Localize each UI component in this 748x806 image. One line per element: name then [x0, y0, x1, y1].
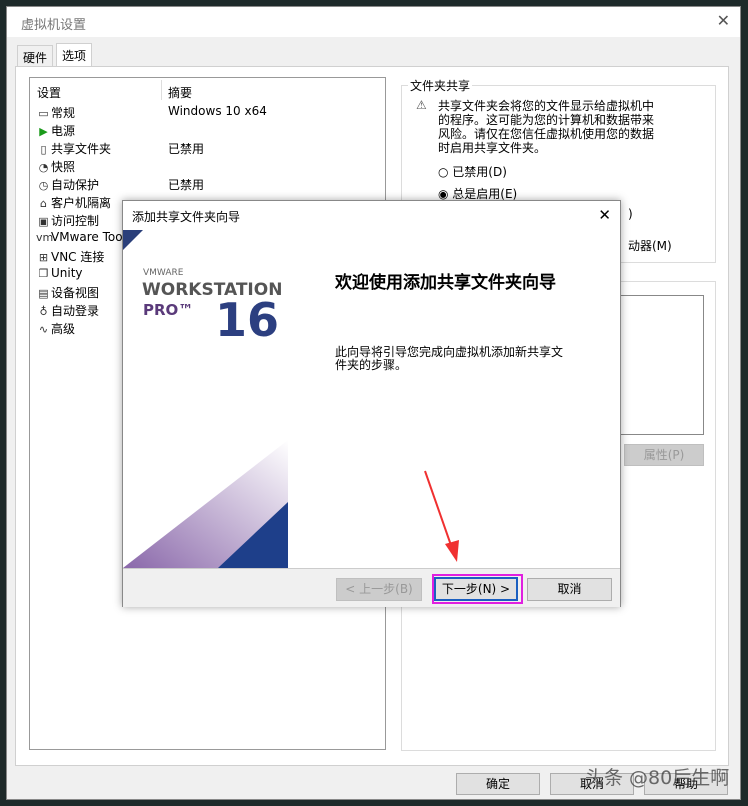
watermark: 头条 @80后生啊 — [585, 767, 730, 789]
item-label: 客户机隔离 — [51, 196, 112, 210]
clock-icon: ◷ — [38, 179, 49, 192]
ok-button[interactable]: 确定 — [456, 773, 540, 795]
group-title: 文件夹共享 — [408, 77, 473, 94]
warning-line: 共享文件夹会将您的文件显示给虚拟机中 — [438, 99, 655, 113]
play-icon: ▶ — [39, 125, 48, 138]
back-button[interactable]: < 上一步(B) — [336, 578, 422, 601]
warning-line: 的程序。这可能为您的计算机和数据带来 — [438, 113, 655, 127]
close-icon[interactable]: ✕ — [717, 11, 730, 30]
unity-icon: ❐ — [38, 267, 49, 280]
autologin-icon: ♁ — [39, 305, 48, 318]
item-label: 设备视图 — [51, 286, 100, 300]
item-summary: 已禁用 — [168, 178, 205, 192]
header-settings: 设置 — [37, 86, 62, 100]
red-arrow — [424, 470, 459, 562]
list-item[interactable]: ◔ 快照 — [36, 158, 376, 176]
tab-hardware[interactable]: 硬件 — [17, 45, 54, 66]
hidden-option-text: ) — [628, 207, 633, 221]
title-bar: 虚拟机设置 ✕ — [7, 7, 740, 37]
wizard-title: 添加共享文件夹向导 — [132, 210, 241, 224]
logo-edition: PRO™ — [143, 301, 194, 319]
item-label: 自动保护 — [51, 178, 100, 192]
item-summary: Windows 10 x64 — [168, 104, 267, 118]
logo-brand: VMWARE — [143, 268, 184, 278]
radio-disabled[interactable]: ○ 已禁用(D) — [438, 163, 507, 180]
tab-options[interactable]: 选项 — [56, 43, 93, 67]
close-icon[interactable]: ✕ — [598, 206, 611, 224]
item-label: VMware Too — [51, 230, 123, 244]
properties-button[interactable]: 属性(P) — [624, 444, 704, 466]
list-item[interactable]: ▯ 共享文件夹 已禁用 — [36, 140, 376, 158]
monitor-icon: ▭ — [38, 107, 49, 120]
wizard-footer: < 上一步(B) 下一步(N) > 取消 — [123, 568, 620, 607]
item-label: VNC 连接 — [51, 250, 105, 264]
advanced-icon: ∿ — [38, 323, 49, 336]
next-button[interactable]: 下一步(N) > — [434, 577, 518, 601]
header-summary: 摘要 — [168, 86, 193, 100]
item-label: 共享文件夹 — [51, 142, 112, 156]
warning-line: 时启用共享文件夹。 — [438, 141, 547, 155]
list-item[interactable]: ◷ 自动保护 已禁用 — [36, 176, 376, 194]
add-shared-folder-wizard: 添加共享文件夹向导 ✕ VMWARE WORKSTATION PRO™ 16 欢… — [122, 200, 621, 607]
wizard-cancel-button[interactable]: 取消 — [527, 578, 612, 601]
item-summary: 已禁用 — [168, 142, 205, 156]
vnc-icon: ⊞ — [38, 251, 49, 264]
list-item[interactable]: ▭ 常规 Windows 10 x64 — [36, 104, 376, 122]
item-label: Unity — [51, 266, 83, 280]
item-label: 高级 — [51, 322, 76, 336]
warning-icon: ⚠ — [416, 98, 427, 112]
device-view-icon: ▤ — [38, 287, 49, 300]
corner-triangle — [123, 230, 143, 250]
warning-line: 风险。请仅在您信任虚拟机使用您的数据 — [438, 127, 655, 141]
shared-folder-icon: ▯ — [40, 143, 47, 156]
item-label: 自动登录 — [51, 304, 100, 318]
vmware-tools-icon: vm — [36, 231, 54, 244]
access-control-icon: ▣ — [38, 215, 49, 228]
logo-version: 16 — [215, 293, 280, 347]
lock-icon: ⌂ — [40, 197, 47, 210]
item-label: 访问控制 — [51, 214, 100, 228]
wizard-heading: 欢迎使用添加共享文件夹向导 — [335, 273, 556, 293]
item-label: 常规 — [51, 106, 76, 120]
hidden-option-text: 动器(M) — [628, 239, 672, 253]
wizard-description: 件夹的步骤。 — [335, 358, 408, 372]
item-label: 快照 — [51, 160, 76, 174]
item-label: 电源 — [51, 124, 76, 138]
window-title: 虚拟机设置 — [21, 18, 87, 33]
snapshot-icon: ◔ — [38, 161, 49, 174]
list-item[interactable]: ▶ 电源 — [36, 122, 376, 140]
